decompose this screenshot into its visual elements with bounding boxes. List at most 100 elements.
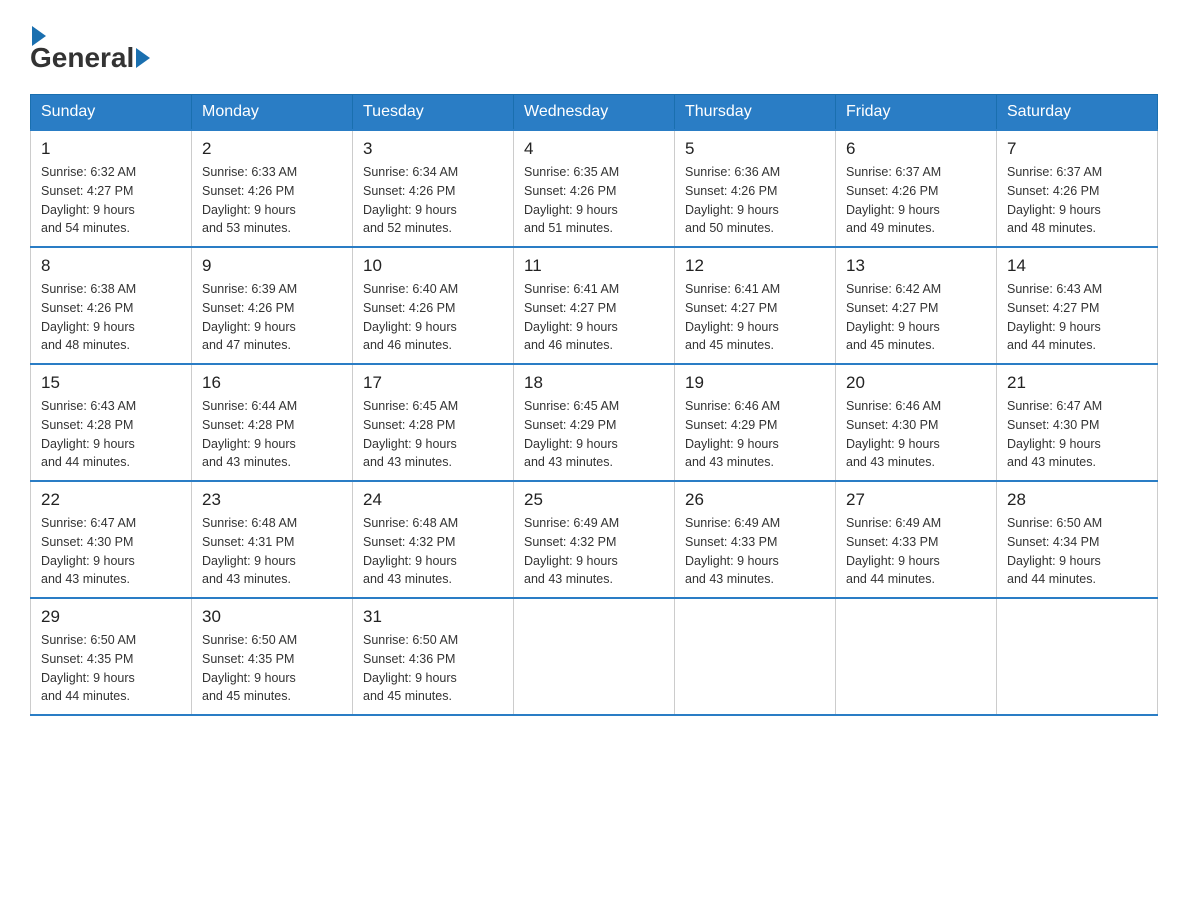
day-info: Sunrise: 6:45 AM Sunset: 4:28 PM Dayligh… (363, 397, 503, 472)
day-info: Sunrise: 6:41 AM Sunset: 4:27 PM Dayligh… (685, 280, 825, 355)
day-info: Sunrise: 6:50 AM Sunset: 4:35 PM Dayligh… (41, 631, 181, 706)
day-of-week-header: Friday (836, 95, 997, 131)
calendar-cell: 21 Sunrise: 6:47 AM Sunset: 4:30 PM Dayl… (997, 364, 1158, 481)
calendar-cell: 22 Sunrise: 6:47 AM Sunset: 4:30 PM Dayl… (31, 481, 192, 598)
day-info: Sunrise: 6:47 AM Sunset: 4:30 PM Dayligh… (41, 514, 181, 589)
day-number: 4 (524, 139, 664, 159)
calendar-cell: 6 Sunrise: 6:37 AM Sunset: 4:26 PM Dayli… (836, 130, 997, 247)
calendar-cell: 7 Sunrise: 6:37 AM Sunset: 4:26 PM Dayli… (997, 130, 1158, 247)
day-info: Sunrise: 6:34 AM Sunset: 4:26 PM Dayligh… (363, 163, 503, 238)
day-number: 20 (846, 373, 986, 393)
calendar-cell: 30 Sunrise: 6:50 AM Sunset: 4:35 PM Dayl… (192, 598, 353, 715)
calendar-cell: 17 Sunrise: 6:45 AM Sunset: 4:28 PM Dayl… (353, 364, 514, 481)
calendar-cell: 5 Sunrise: 6:36 AM Sunset: 4:26 PM Dayli… (675, 130, 836, 247)
day-number: 9 (202, 256, 342, 276)
calendar-cell (675, 598, 836, 715)
day-info: Sunrise: 6:41 AM Sunset: 4:27 PM Dayligh… (524, 280, 664, 355)
day-info: Sunrise: 6:42 AM Sunset: 4:27 PM Dayligh… (846, 280, 986, 355)
day-info: Sunrise: 6:49 AM Sunset: 4:33 PM Dayligh… (685, 514, 825, 589)
calendar-cell: 29 Sunrise: 6:50 AM Sunset: 4:35 PM Dayl… (31, 598, 192, 715)
day-number: 29 (41, 607, 181, 627)
day-info: Sunrise: 6:33 AM Sunset: 4:26 PM Dayligh… (202, 163, 342, 238)
calendar-cell: 19 Sunrise: 6:46 AM Sunset: 4:29 PM Dayl… (675, 364, 836, 481)
day-number: 8 (41, 256, 181, 276)
day-info: Sunrise: 6:50 AM Sunset: 4:35 PM Dayligh… (202, 631, 342, 706)
calendar-cell: 16 Sunrise: 6:44 AM Sunset: 4:28 PM Dayl… (192, 364, 353, 481)
calendar-cell: 3 Sunrise: 6:34 AM Sunset: 4:26 PM Dayli… (353, 130, 514, 247)
day-number: 11 (524, 256, 664, 276)
day-of-week-header: Sunday (31, 95, 192, 131)
calendar-cell: 8 Sunrise: 6:38 AM Sunset: 4:26 PM Dayli… (31, 247, 192, 364)
day-number: 12 (685, 256, 825, 276)
day-number: 16 (202, 373, 342, 393)
calendar-table: SundayMondayTuesdayWednesdayThursdayFrid… (30, 94, 1158, 716)
calendar-cell (514, 598, 675, 715)
calendar-cell: 2 Sunrise: 6:33 AM Sunset: 4:26 PM Dayli… (192, 130, 353, 247)
day-info: Sunrise: 6:43 AM Sunset: 4:28 PM Dayligh… (41, 397, 181, 472)
day-number: 21 (1007, 373, 1147, 393)
day-info: Sunrise: 6:32 AM Sunset: 4:27 PM Dayligh… (41, 163, 181, 238)
day-of-week-header: Tuesday (353, 95, 514, 131)
calendar-cell: 14 Sunrise: 6:43 AM Sunset: 4:27 PM Dayl… (997, 247, 1158, 364)
day-info: Sunrise: 6:45 AM Sunset: 4:29 PM Dayligh… (524, 397, 664, 472)
day-of-week-header: Monday (192, 95, 353, 131)
day-number: 3 (363, 139, 503, 159)
day-number: 1 (41, 139, 181, 159)
day-number: 18 (524, 373, 664, 393)
calendar-cell (997, 598, 1158, 715)
calendar-week-row: 15 Sunrise: 6:43 AM Sunset: 4:28 PM Dayl… (31, 364, 1158, 481)
day-number: 26 (685, 490, 825, 510)
day-info: Sunrise: 6:37 AM Sunset: 4:26 PM Dayligh… (1007, 163, 1147, 238)
day-info: Sunrise: 6:39 AM Sunset: 4:26 PM Dayligh… (202, 280, 342, 355)
logo-arrow-icon2 (136, 48, 150, 68)
day-number: 2 (202, 139, 342, 159)
day-of-week-header: Thursday (675, 95, 836, 131)
calendar-cell: 9 Sunrise: 6:39 AM Sunset: 4:26 PM Dayli… (192, 247, 353, 364)
day-info: Sunrise: 6:47 AM Sunset: 4:30 PM Dayligh… (1007, 397, 1147, 472)
logo-general-text2: General (30, 42, 134, 74)
calendar-cell: 18 Sunrise: 6:45 AM Sunset: 4:29 PM Dayl… (514, 364, 675, 481)
day-info: Sunrise: 6:43 AM Sunset: 4:27 PM Dayligh… (1007, 280, 1147, 355)
day-number: 15 (41, 373, 181, 393)
day-info: Sunrise: 6:35 AM Sunset: 4:26 PM Dayligh… (524, 163, 664, 238)
day-info: Sunrise: 6:49 AM Sunset: 4:33 PM Dayligh… (846, 514, 986, 589)
calendar-cell: 10 Sunrise: 6:40 AM Sunset: 4:26 PM Dayl… (353, 247, 514, 364)
calendar-week-row: 29 Sunrise: 6:50 AM Sunset: 4:35 PM Dayl… (31, 598, 1158, 715)
day-number: 27 (846, 490, 986, 510)
calendar-cell: 31 Sunrise: 6:50 AM Sunset: 4:36 PM Dayl… (353, 598, 514, 715)
calendar-cell: 15 Sunrise: 6:43 AM Sunset: 4:28 PM Dayl… (31, 364, 192, 481)
calendar-cell: 12 Sunrise: 6:41 AM Sunset: 4:27 PM Dayl… (675, 247, 836, 364)
day-info: Sunrise: 6:48 AM Sunset: 4:32 PM Dayligh… (363, 514, 503, 589)
calendar-cell: 1 Sunrise: 6:32 AM Sunset: 4:27 PM Dayli… (31, 130, 192, 247)
calendar-cell: 20 Sunrise: 6:46 AM Sunset: 4:30 PM Dayl… (836, 364, 997, 481)
day-number: 17 (363, 373, 503, 393)
day-info: Sunrise: 6:36 AM Sunset: 4:26 PM Dayligh… (685, 163, 825, 238)
day-info: Sunrise: 6:46 AM Sunset: 4:29 PM Dayligh… (685, 397, 825, 472)
day-number: 24 (363, 490, 503, 510)
calendar-week-row: 22 Sunrise: 6:47 AM Sunset: 4:30 PM Dayl… (31, 481, 1158, 598)
calendar-cell: 11 Sunrise: 6:41 AM Sunset: 4:27 PM Dayl… (514, 247, 675, 364)
calendar-cell: 27 Sunrise: 6:49 AM Sunset: 4:33 PM Dayl… (836, 481, 997, 598)
day-number: 28 (1007, 490, 1147, 510)
calendar-cell: 23 Sunrise: 6:48 AM Sunset: 4:31 PM Dayl… (192, 481, 353, 598)
day-number: 14 (1007, 256, 1147, 276)
day-info: Sunrise: 6:44 AM Sunset: 4:28 PM Dayligh… (202, 397, 342, 472)
calendar-cell: 26 Sunrise: 6:49 AM Sunset: 4:33 PM Dayl… (675, 481, 836, 598)
day-number: 31 (363, 607, 503, 627)
day-number: 13 (846, 256, 986, 276)
day-info: Sunrise: 6:49 AM Sunset: 4:32 PM Dayligh… (524, 514, 664, 589)
logo: General (30, 20, 152, 74)
day-info: Sunrise: 6:38 AM Sunset: 4:26 PM Dayligh… (41, 280, 181, 355)
day-number: 10 (363, 256, 503, 276)
day-number: 23 (202, 490, 342, 510)
day-of-week-header: Saturday (997, 95, 1158, 131)
day-info: Sunrise: 6:50 AM Sunset: 4:34 PM Dayligh… (1007, 514, 1147, 589)
day-info: Sunrise: 6:48 AM Sunset: 4:31 PM Dayligh… (202, 514, 342, 589)
calendar-cell: 13 Sunrise: 6:42 AM Sunset: 4:27 PM Dayl… (836, 247, 997, 364)
calendar-header-row: SundayMondayTuesdayWednesdayThursdayFrid… (31, 95, 1158, 131)
day-info: Sunrise: 6:37 AM Sunset: 4:26 PM Dayligh… (846, 163, 986, 238)
day-of-week-header: Wednesday (514, 95, 675, 131)
page-header: General (30, 20, 1158, 74)
day-number: 22 (41, 490, 181, 510)
day-info: Sunrise: 6:46 AM Sunset: 4:30 PM Dayligh… (846, 397, 986, 472)
